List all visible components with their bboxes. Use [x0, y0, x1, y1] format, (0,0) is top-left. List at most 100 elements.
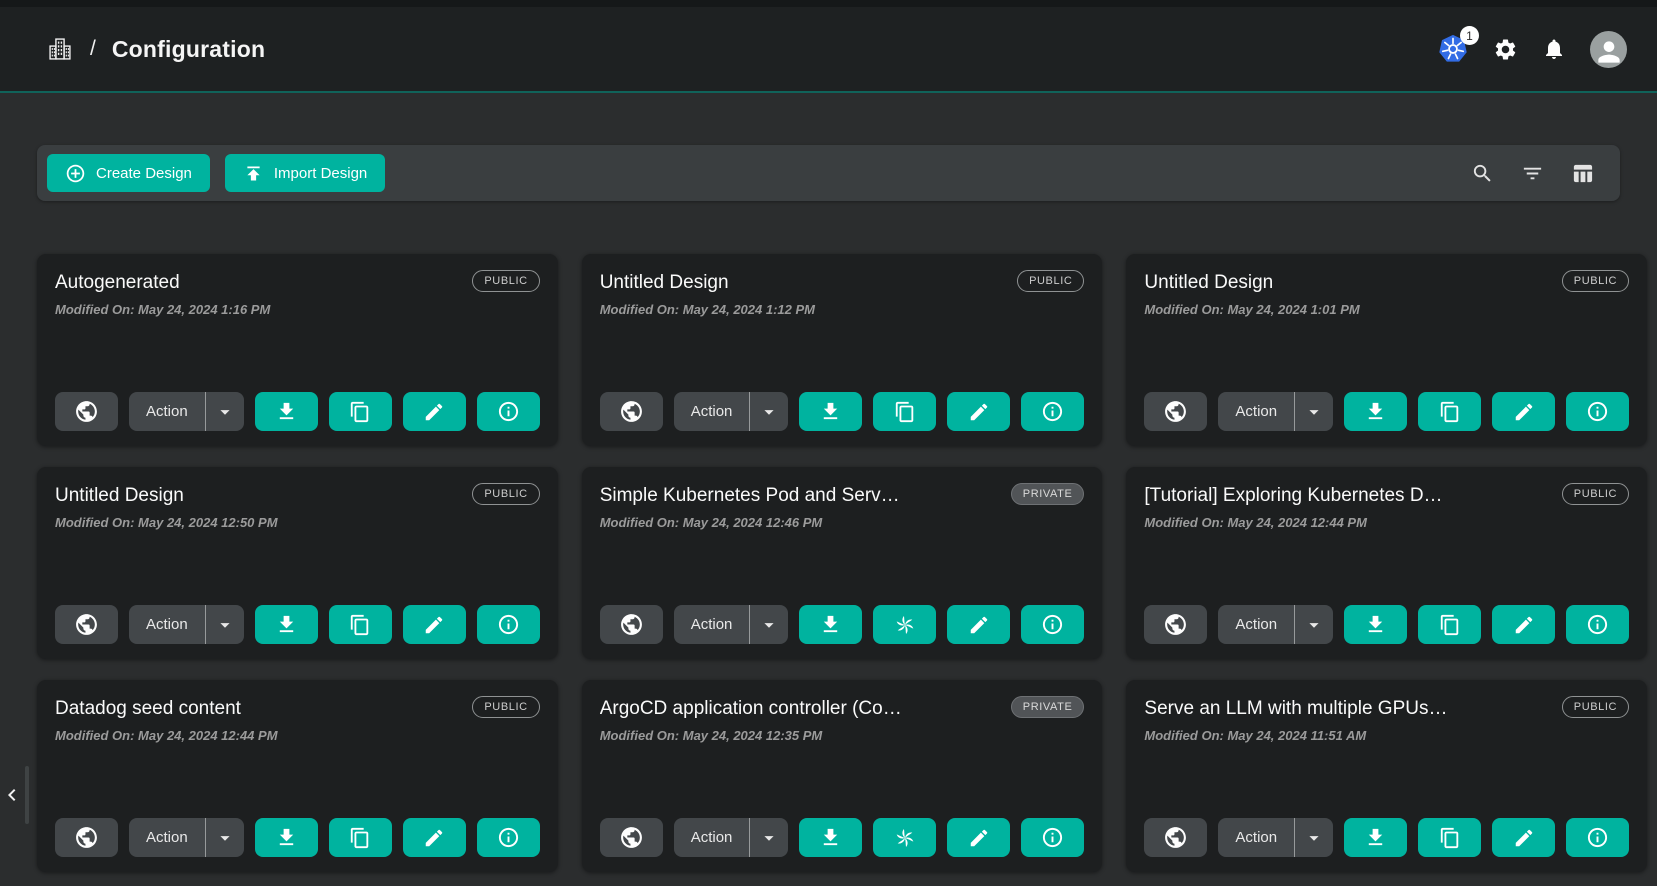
edit-design-button[interactable]: [1492, 818, 1555, 857]
info-design-button[interactable]: [477, 818, 540, 857]
search-icon: [1471, 162, 1494, 185]
download-design-button[interactable]: [255, 818, 318, 857]
search-button[interactable]: [1471, 162, 1494, 185]
action-button[interactable]: Action: [1218, 403, 1294, 420]
info-icon: [1586, 400, 1609, 423]
info-design-button[interactable]: [1566, 605, 1629, 644]
action-button-label: Action: [146, 829, 188, 846]
visibility-button[interactable]: [1144, 392, 1207, 431]
edit-design-button[interactable]: [403, 392, 466, 431]
action-button[interactable]: Action: [129, 403, 205, 420]
edit-design-button[interactable]: [403, 605, 466, 644]
info-design-button[interactable]: [1021, 392, 1084, 431]
info-design-button[interactable]: [1566, 392, 1629, 431]
swirl-icon: [893, 826, 917, 850]
globe-icon: [1163, 399, 1188, 424]
kubernetes-context-button[interactable]: 1: [1437, 33, 1469, 65]
visibility-button[interactable]: [600, 605, 663, 644]
create-design-button[interactable]: Create Design: [47, 154, 210, 192]
action-dropdown-button[interactable]: [206, 818, 244, 857]
info-design-button[interactable]: [477, 392, 540, 431]
header-actions: 1: [1437, 31, 1627, 68]
action-dropdown-button[interactable]: [1295, 392, 1333, 431]
action-split-button: Action: [1218, 605, 1333, 644]
action-button[interactable]: Action: [1218, 829, 1294, 846]
download-design-button[interactable]: [1344, 818, 1407, 857]
edit-design-button[interactable]: [403, 818, 466, 857]
design-card: [Tutorial] Exploring Kubernetes D… PUBLI…: [1126, 467, 1647, 659]
duplicate-design-button[interactable]: [1418, 392, 1481, 431]
info-design-button[interactable]: [477, 605, 540, 644]
download-design-button[interactable]: [799, 818, 862, 857]
filter-button[interactable]: [1521, 162, 1544, 185]
edit-design-button[interactable]: [947, 818, 1010, 857]
action-dropdown-button[interactable]: [206, 605, 244, 644]
download-design-button[interactable]: [799, 392, 862, 431]
action-dropdown-button[interactable]: [206, 392, 244, 431]
chevron-down-icon: [214, 827, 236, 849]
globe-icon: [619, 399, 644, 424]
filter-icon: [1521, 162, 1544, 185]
edit-design-button[interactable]: [1492, 392, 1555, 431]
duplicate-design-button[interactable]: [329, 605, 392, 644]
app-header: / Configuration: [0, 0, 1657, 93]
visibility-button[interactable]: [1144, 605, 1207, 644]
visibility-button[interactable]: [1144, 818, 1207, 857]
download-design-button[interactable]: [255, 605, 318, 644]
action-button[interactable]: Action: [1218, 616, 1294, 633]
action-button[interactable]: Action: [129, 829, 205, 846]
chevron-left-icon: [0, 783, 24, 807]
pencil-icon: [1513, 827, 1535, 849]
sidebar-collapse-toggle[interactable]: [0, 766, 29, 824]
action-button[interactable]: Action: [674, 829, 750, 846]
visibility-button[interactable]: [600, 818, 663, 857]
visibility-button[interactable]: [55, 392, 118, 431]
card-actions: Action: [55, 605, 540, 644]
duplicate-design-button[interactable]: [873, 605, 936, 644]
card-actions: Action: [1144, 392, 1629, 431]
visibility-button[interactable]: [55, 605, 118, 644]
table-view-button[interactable]: [1571, 162, 1594, 185]
info-design-button[interactable]: [1566, 818, 1629, 857]
action-dropdown-button[interactable]: [750, 605, 788, 644]
edit-design-button[interactable]: [947, 605, 1010, 644]
organization-building-icon[interactable]: [46, 35, 74, 63]
card-actions: Action: [1144, 605, 1629, 644]
action-dropdown-button[interactable]: [750, 392, 788, 431]
notifications-button[interactable]: [1542, 37, 1566, 61]
download-icon: [1364, 613, 1387, 636]
duplicate-design-button[interactable]: [329, 818, 392, 857]
info-design-button[interactable]: [1021, 818, 1084, 857]
chevron-down-icon: [758, 401, 780, 423]
edit-design-button[interactable]: [947, 392, 1010, 431]
visibility-button[interactable]: [55, 818, 118, 857]
card-header: Untitled Design PUBLIC: [600, 270, 1085, 294]
settings-button[interactable]: [1493, 37, 1518, 62]
download-design-button[interactable]: [1344, 605, 1407, 644]
copy-icon: [349, 401, 371, 423]
visibility-badge: PUBLIC: [1562, 696, 1629, 718]
edit-design-button[interactable]: [1492, 605, 1555, 644]
action-dropdown-button[interactable]: [750, 818, 788, 857]
info-design-button[interactable]: [1021, 605, 1084, 644]
visibility-button[interactable]: [600, 392, 663, 431]
download-design-button[interactable]: [1344, 392, 1407, 431]
import-design-button[interactable]: Import Design: [225, 154, 385, 192]
action-button[interactable]: Action: [129, 616, 205, 633]
action-dropdown-button[interactable]: [1295, 605, 1333, 644]
action-button[interactable]: Action: [674, 616, 750, 633]
action-dropdown-button[interactable]: [1295, 818, 1333, 857]
duplicate-design-button[interactable]: [329, 392, 392, 431]
user-avatar[interactable]: [1590, 31, 1627, 68]
duplicate-design-button[interactable]: [873, 818, 936, 857]
duplicate-design-button[interactable]: [1418, 605, 1481, 644]
duplicate-design-button[interactable]: [873, 392, 936, 431]
action-button-label: Action: [1235, 616, 1277, 633]
download-design-button[interactable]: [255, 392, 318, 431]
card-header: ArgoCD application controller (Co… PRIVA…: [600, 696, 1085, 720]
download-design-button[interactable]: [799, 605, 862, 644]
card-actions: Action: [600, 605, 1085, 644]
duplicate-design-button[interactable]: [1418, 818, 1481, 857]
action-split-button: Action: [674, 818, 789, 857]
action-button[interactable]: Action: [674, 403, 750, 420]
